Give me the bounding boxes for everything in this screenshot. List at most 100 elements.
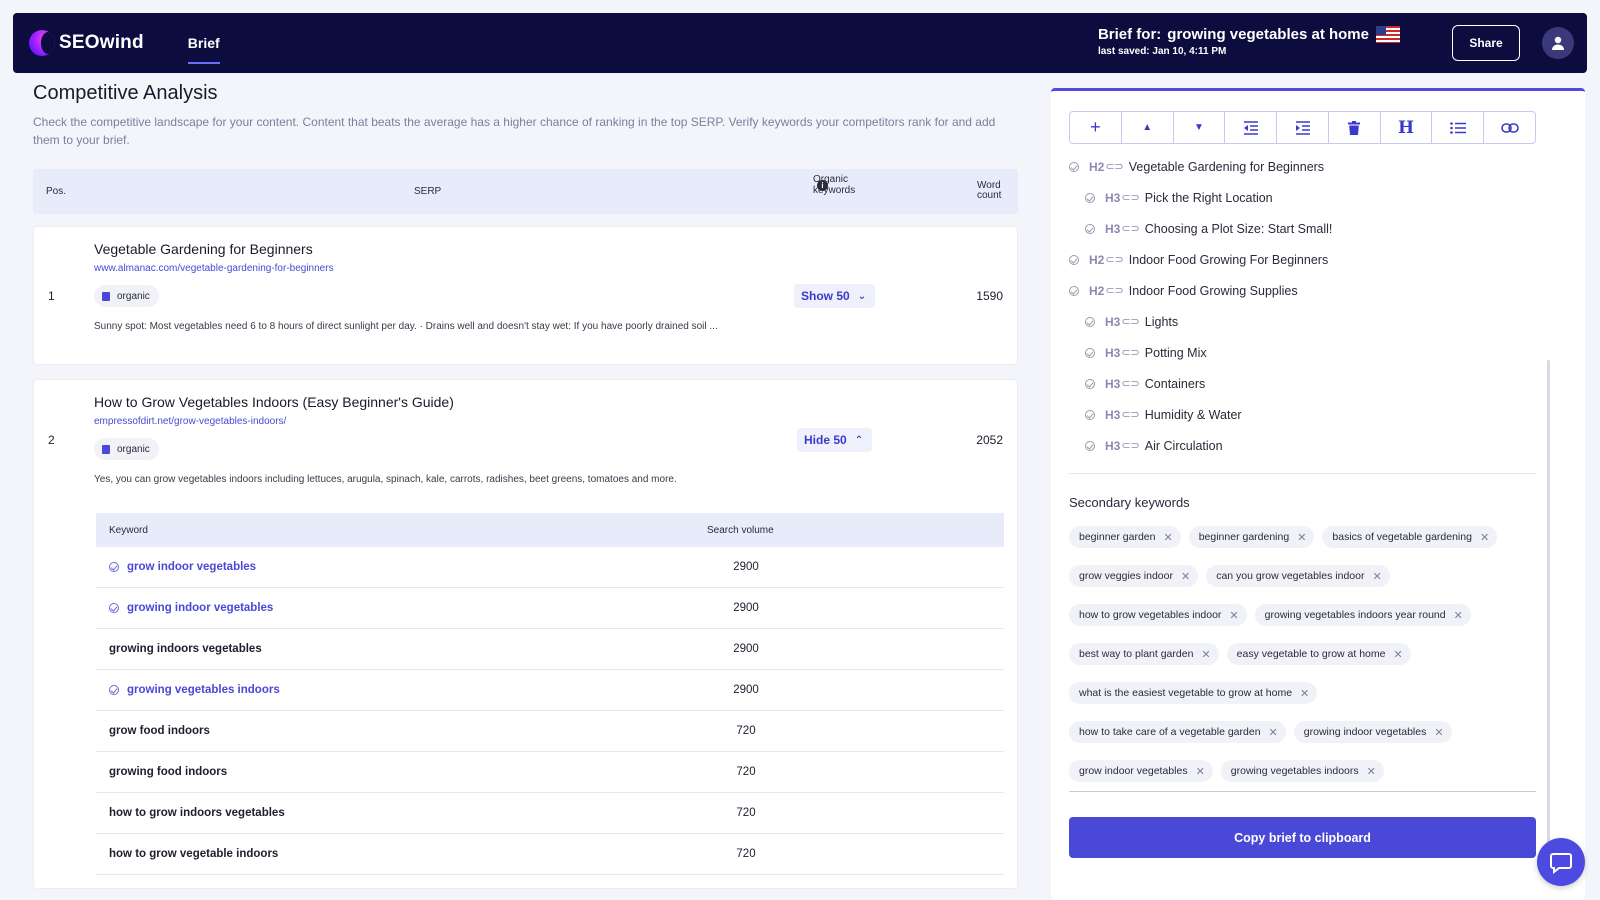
outline-item[interactable]: H3 ⊂⊃ Potting Mix xyxy=(1069,337,1536,368)
keyword-volume: 2900 xyxy=(733,684,759,696)
chip-label: best way to plant garden xyxy=(1079,648,1194,660)
link-icon: ⊂⊃ xyxy=(1121,347,1140,359)
add-heading-button[interactable]: + xyxy=(1070,112,1122,143)
keyword-chip[interactable]: grow veggies indoor ✕ xyxy=(1069,565,1199,587)
close-icon[interactable]: ✕ xyxy=(1163,531,1172,544)
chip-label: can you grow vegetables indoor xyxy=(1216,570,1365,582)
move-down-button[interactable]: ▼ xyxy=(1174,112,1226,143)
move-up-button[interactable]: ▲ xyxy=(1122,112,1174,143)
outline-item[interactable]: H2 ⊂⊃ Vegetable Gardening for Beginners xyxy=(1069,151,1536,182)
close-icon[interactable]: ✕ xyxy=(1229,609,1238,622)
col-count-label: count xyxy=(977,190,1002,201)
outline-item[interactable]: H2 ⊂⊃ Indoor Food Growing Supplies xyxy=(1069,275,1536,306)
outline-item[interactable]: H3 ⊂⊃ Choosing a Plot Size: Start Small! xyxy=(1069,213,1536,244)
keyword-chip[interactable]: easy vegetable to grow at home ✕ xyxy=(1226,643,1411,665)
close-icon[interactable]: ✕ xyxy=(1434,726,1443,739)
outline-item[interactable]: H3 ⊂⊃ Air Circulation xyxy=(1069,430,1536,461)
keyword-chip[interactable]: grow indoor vegetables ✕ xyxy=(1069,760,1213,782)
keyword-name[interactable]: growing food indoors xyxy=(109,766,227,778)
close-icon[interactable]: ✕ xyxy=(1181,570,1190,583)
right-scrollbar[interactable] xyxy=(1547,360,1550,880)
result-title[interactable]: Vegetable Gardening for Beginners xyxy=(94,241,313,257)
outline-text: Vegetable Gardening for Beginners xyxy=(1128,159,1325,174)
table-row[interactable]: growing food indoors 720 xyxy=(96,752,1004,793)
close-icon[interactable]: ✕ xyxy=(1372,570,1381,583)
serp-table-header: Pos. SERP Organic keywords i Word count xyxy=(33,169,1018,214)
close-icon[interactable]: ✕ xyxy=(1367,765,1376,778)
hide-keywords-button[interactable]: Hide 50 ⌃ xyxy=(797,428,873,452)
keyword-name[interactable]: growing vegetables indoors xyxy=(109,684,280,696)
link-button[interactable] xyxy=(1484,112,1535,143)
outline-item[interactable]: H3 ⊂⊃ Pick the Right Location xyxy=(1069,182,1536,213)
table-row[interactable]: grow food indoors 720 xyxy=(96,711,1004,752)
keyword-name[interactable]: growing indoors vegetables xyxy=(109,643,262,655)
table-row[interactable]: growing indoor vegetables 2900 xyxy=(96,588,1004,629)
close-icon[interactable]: ✕ xyxy=(1196,765,1205,778)
word-count: 2052 xyxy=(976,433,1003,447)
table-row[interactable]: grow indoor vegetables 2900 xyxy=(96,547,1004,588)
close-icon[interactable]: ✕ xyxy=(1201,648,1210,661)
outline-toolbar: + ▲ ▼ H xyxy=(1069,111,1536,144)
outline-item[interactable]: H3 ⊂⊃ Containers xyxy=(1069,368,1536,399)
keyword-name[interactable]: grow indoor vegetables xyxy=(109,561,256,573)
outdent-button[interactable] xyxy=(1225,112,1278,143)
keyword-chip[interactable]: how to grow vegetables indoor ✕ xyxy=(1069,604,1247,626)
keyword-name[interactable]: how to grow vegetable indoors xyxy=(109,848,278,860)
keyword-chip[interactable]: best way to plant garden ✕ xyxy=(1069,643,1219,665)
chip-label: growing vegetables indoors year round xyxy=(1264,609,1446,621)
close-icon[interactable]: ✕ xyxy=(1480,531,1489,544)
result-url[interactable]: empressofdirt.net/grow-vegetables-indoor… xyxy=(94,416,286,427)
close-icon[interactable]: ✕ xyxy=(1454,609,1463,622)
close-icon[interactable]: ✕ xyxy=(1297,531,1306,544)
keyword-chip[interactable]: beginner gardening ✕ xyxy=(1188,526,1315,548)
copy-brief-button[interactable]: Copy brief to clipboard xyxy=(1069,817,1536,858)
keyword-volume: 2900 xyxy=(733,602,759,614)
keyword-chip[interactable]: how to take care of a vegetable garden ✕ xyxy=(1069,721,1286,743)
outline-item[interactable]: H2 ⊂⊃ Indoor Food Growing For Beginners xyxy=(1069,244,1536,275)
result-snippet: Yes, you can grow vegetables indoors inc… xyxy=(94,474,677,485)
close-icon[interactable]: ✕ xyxy=(1300,687,1309,700)
chip-label: beginner gardening xyxy=(1198,531,1290,543)
heading-level: H3 xyxy=(1105,376,1121,391)
keyword-name[interactable]: how to grow indoors vegetables xyxy=(109,807,285,819)
keyword-chip[interactable]: beginner garden ✕ xyxy=(1069,526,1181,548)
result-title[interactable]: How to Grow Vegetables Indoors (Easy Beg… xyxy=(94,394,454,410)
delete-button[interactable] xyxy=(1329,112,1381,143)
indent-button[interactable] xyxy=(1277,112,1329,143)
heading-button[interactable]: H xyxy=(1381,112,1433,143)
show-keywords-button[interactable]: Show 50 ⌄ xyxy=(794,284,876,308)
result-url[interactable]: www.almanac.com/vegetable-gardening-for-… xyxy=(94,263,334,274)
keyword-chip[interactable]: can you grow vegetables indoor ✕ xyxy=(1206,565,1390,587)
user-avatar[interactable] xyxy=(1542,27,1574,59)
table-row[interactable]: growing indoors vegetables 2900 xyxy=(96,629,1004,670)
list-button[interactable] xyxy=(1432,112,1485,143)
close-icon[interactable]: ✕ xyxy=(1393,648,1402,661)
outline-item[interactable]: H3 ⊂⊃ Lights xyxy=(1069,306,1536,337)
chip-label: how to grow vegetables indoor xyxy=(1079,609,1222,621)
info-icon[interactable]: i xyxy=(817,179,828,191)
keyword-chip[interactable]: growing indoor vegetables ✕ xyxy=(1293,721,1452,743)
chat-support-button[interactable] xyxy=(1537,838,1585,886)
nav-tab-brief[interactable]: Brief xyxy=(187,13,220,73)
check-circle-icon xyxy=(1085,192,1095,203)
table-row[interactable]: growing vegetables indoors 2900 xyxy=(96,670,1004,711)
chip-label: basics of vegetable gardening xyxy=(1332,531,1472,543)
keyword-chip[interactable]: growing vegetables indoors ✕ xyxy=(1220,760,1384,782)
keyword-chip[interactable]: what is the easiest vegetable to grow at… xyxy=(1069,682,1318,704)
chip-label: how to take care of a vegetable garden xyxy=(1079,726,1261,738)
keyword-chip[interactable]: basics of vegetable gardening ✕ xyxy=(1322,526,1498,548)
keyword-chip[interactable]: growing vegetables indoors year round ✕ xyxy=(1254,604,1471,626)
table-row[interactable]: how to grow vegetable indoors 720 xyxy=(96,834,1004,875)
keyword-name[interactable]: grow food indoors xyxy=(109,725,210,737)
serp-result-2: 2 How to Grow Vegetables Indoors (Easy B… xyxy=(33,379,1018,889)
share-button[interactable]: Share xyxy=(1452,25,1520,61)
brief-editor-panel: + ▲ ▼ H H2 ⊂⊃ Vegetable Gardening for Begi… xyxy=(1051,88,1585,900)
heading-level: H3 xyxy=(1105,190,1121,205)
close-icon[interactable]: ✕ xyxy=(1269,726,1278,739)
logo-text: SEOwind xyxy=(59,32,144,53)
divider xyxy=(1069,791,1536,792)
table-row[interactable]: how to grow indoors vegetables 720 xyxy=(96,793,1004,834)
outline-item[interactable]: H3 ⊂⊃ Humidity & Water xyxy=(1069,399,1536,430)
keyword-name[interactable]: growing indoor vegetables xyxy=(109,602,273,614)
seowind-logo[interactable]: SEOwind xyxy=(29,30,144,56)
